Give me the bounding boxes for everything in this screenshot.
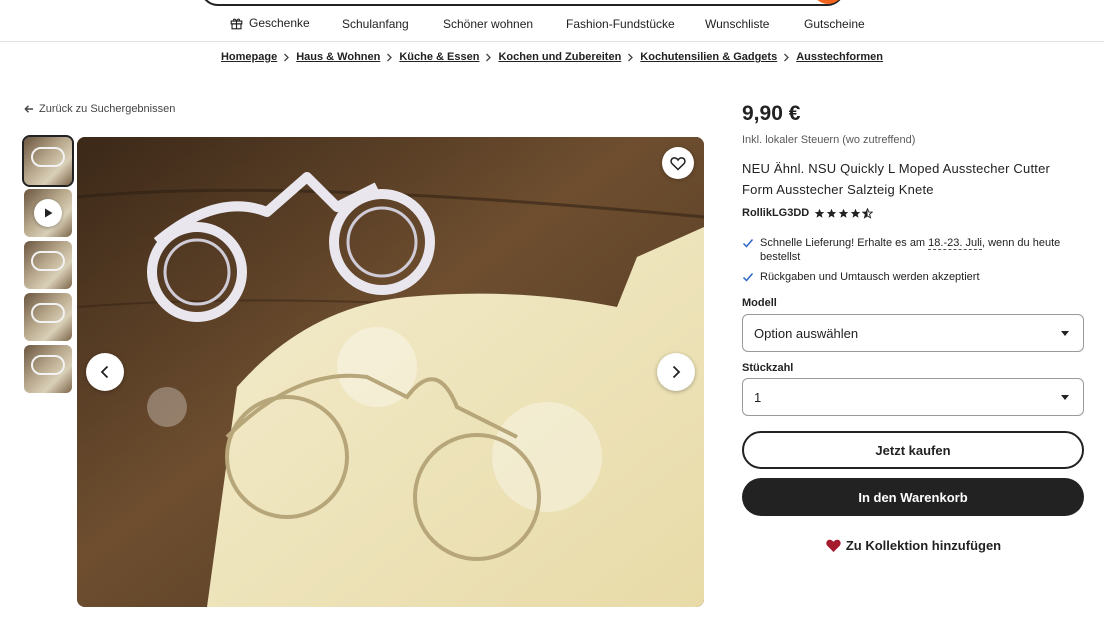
- nav-label: Schöner wohnen: [443, 17, 534, 31]
- nav-item-gutscheine[interactable]: Gutscheine: [804, 17, 865, 31]
- delivery-text: Schnelle Lieferung! Erhalte es am 18.-23…: [760, 236, 1084, 264]
- star-icon: [814, 208, 825, 218]
- buy-now-button[interactable]: Jetzt kaufen: [742, 431, 1084, 469]
- thumbnail-image[interactable]: [24, 293, 72, 341]
- arrow-left-icon: [24, 105, 33, 113]
- moped-cutter-graphic: [31, 251, 65, 271]
- add-to-collection-label: Zu Kollektion hinzufügen: [845, 537, 1002, 553]
- gift-icon: [230, 18, 243, 29]
- chevron-right-icon: [627, 53, 634, 62]
- delivery-date[interactable]: 18.-23. Juli: [928, 237, 982, 250]
- search-bar[interactable]: [200, 0, 845, 6]
- play-icon: [34, 199, 62, 227]
- moped-cutter-graphic: [31, 355, 65, 375]
- check-icon: [742, 239, 754, 248]
- shop-rating-row: RollikLG3DD: [742, 207, 874, 219]
- tax-note: Inkl. lokaler Steuern (wo zutreffend): [742, 134, 916, 146]
- breadcrumb-item[interactable]: Kochutensilien & Gadgets: [640, 51, 777, 63]
- star-icon: [838, 208, 849, 218]
- thumbnail-image[interactable]: [24, 241, 72, 289]
- add-to-collection-button[interactable]: Zu Kollektion hinzufügen: [742, 534, 1084, 556]
- chevron-left-icon: [100, 365, 109, 379]
- nav-label: Wunschliste: [705, 17, 770, 31]
- breadcrumb-item[interactable]: Homepage: [221, 51, 277, 63]
- chevron-right-icon: [783, 53, 790, 62]
- delivery-perk: Schnelle Lieferung! Erhalte es am 18.-23…: [742, 236, 1084, 264]
- star-icon: [850, 208, 861, 218]
- quantity-label: Stückzahl: [742, 362, 794, 374]
- model-label: Modell: [742, 297, 777, 309]
- nav-item-geschenke[interactable]: Geschenke: [230, 16, 310, 30]
- caret-down-icon: [1061, 331, 1069, 336]
- nav-item-fashion-fundstuecke[interactable]: Fashion-Fundstücke: [566, 17, 675, 31]
- add-to-cart-button[interactable]: In den Warenkorb: [742, 478, 1084, 516]
- breadcrumb: Homepage Haus & Wohnen Küche & Essen Koc…: [0, 51, 1104, 63]
- product-main-image[interactable]: [77, 137, 704, 607]
- nav-item-schulanfang[interactable]: Schulanfang: [342, 17, 409, 31]
- model-select-value: Option auswählen: [754, 325, 859, 341]
- quantity-select-value: 1: [754, 389, 762, 405]
- caret-down-icon: [1061, 395, 1069, 400]
- star-half-icon: [862, 207, 874, 219]
- star-rating: [814, 207, 874, 219]
- thumbnail-image[interactable]: [24, 345, 72, 393]
- price: 9,90 €: [742, 102, 801, 125]
- previous-image-button[interactable]: [86, 353, 124, 391]
- top-navigation: Geschenke Schulanfang Schöner wohnen Fas…: [0, 0, 1104, 42]
- returns-perk: Rückgaben und Umtausch werden akzeptiert: [742, 270, 1084, 284]
- thumbnail-list: [22, 135, 74, 397]
- nav-label: Schulanfang: [342, 17, 409, 31]
- next-image-button[interactable]: [657, 353, 695, 391]
- shop-name[interactable]: RollikLG3DD: [742, 207, 809, 219]
- returns-text: Rückgaben und Umtausch werden akzeptiert: [760, 271, 980, 283]
- nav-label: Fashion-Fundstücke: [566, 17, 675, 31]
- star-icon: [826, 208, 837, 218]
- model-select[interactable]: Option auswählen: [742, 314, 1084, 352]
- chevron-right-icon: [485, 53, 492, 62]
- thumbnail-image[interactable]: [22, 135, 74, 187]
- breadcrumb-item[interactable]: Haus & Wohnen: [296, 51, 380, 63]
- chevron-right-icon: [283, 53, 290, 62]
- moped-cutter-graphic: [31, 303, 65, 323]
- delivery-prefix: Schnelle Lieferung! Erhalte es am: [760, 237, 929, 249]
- heart-filled-icon: [826, 539, 841, 552]
- check-icon: [742, 273, 754, 282]
- heart-outline-icon: [670, 156, 686, 171]
- breadcrumb-item[interactable]: Küche & Essen: [399, 51, 479, 63]
- back-to-results-link[interactable]: Zurück zu Suchergebnissen: [24, 103, 175, 115]
- favorite-button[interactable]: [662, 147, 694, 179]
- nav-item-schoener-wohnen[interactable]: Schöner wohnen: [443, 17, 533, 31]
- breadcrumb-item[interactable]: Ausstechformen: [796, 51, 883, 63]
- breadcrumb-item[interactable]: Kochen und Zubereiten: [498, 51, 621, 63]
- quantity-select[interactable]: 1: [742, 378, 1084, 416]
- product-photo: [77, 137, 704, 607]
- chevron-right-icon: [386, 53, 393, 62]
- product-title: NEU Ähnl. NSU Quickly L Moped Ausstecher…: [742, 161, 1051, 197]
- nav-item-wunschliste[interactable]: Wunschliste: [705, 17, 769, 31]
- moped-cutter-graphic: [31, 147, 65, 167]
- thumbnail-video[interactable]: [24, 189, 72, 237]
- nav-label: Geschenke: [249, 16, 310, 30]
- chevron-right-icon: [672, 365, 681, 379]
- back-link-label: Zurück zu Suchergebnissen: [39, 103, 176, 115]
- nav-label: Gutscheine: [804, 17, 865, 31]
